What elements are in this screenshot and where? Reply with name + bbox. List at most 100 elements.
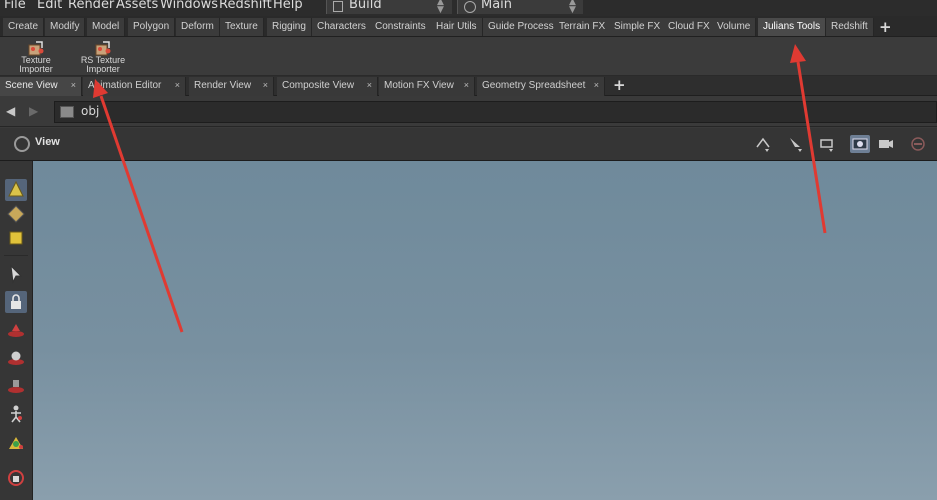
geometry-mode-icon	[7, 205, 25, 223]
tab-label: Render View	[194, 80, 252, 91]
tab-label: Animation Editor	[88, 80, 162, 91]
tab-motion-fx-view[interactable]: Motion FX View ×	[379, 77, 475, 96]
close-icon[interactable]: ×	[594, 77, 599, 94]
tab-geometry-spreadsheet[interactable]: Geometry Spreadsheet ×	[477, 77, 605, 96]
view-tool-icon	[8, 470, 24, 486]
shelf-tab-bar: Create Modify Model Polygon Deform Textu…	[0, 16, 937, 37]
add-shelf-tab-button[interactable]: +	[879, 19, 892, 35]
path-bar: ◀ ▶ obj	[0, 97, 937, 127]
camera-icon[interactable]	[876, 135, 896, 153]
shelf-tools: Texture Importer RS Texture Importer	[0, 37, 937, 76]
select-tool-icon[interactable]	[786, 135, 806, 153]
no-entry-icon[interactable]	[908, 135, 928, 153]
object-selection-mode-button[interactable]	[5, 179, 27, 201]
rs-texture-importer-button[interactable]: RS Texture Importer	[75, 39, 131, 75]
network-path: obj	[81, 104, 100, 118]
transform-tool-icon[interactable]	[817, 135, 837, 153]
scale-tool-button[interactable]	[5, 375, 27, 397]
pose-tool-button[interactable]	[5, 403, 27, 425]
object-mode-icon	[8, 180, 24, 197]
tab-render-view[interactable]: Render View ×	[189, 77, 274, 96]
shelf-tab-characters[interactable]: Characters	[312, 18, 372, 36]
shelf-tab-model[interactable]: Model	[87, 18, 126, 36]
tab-label: Composite View	[282, 80, 355, 91]
lock-icon	[11, 294, 21, 309]
shelf-tab-redshift[interactable]: Redshift	[826, 18, 874, 36]
shelf-tab-guide-process[interactable]: Guide Process	[483, 18, 560, 36]
rs-texture-importer-icon	[95, 41, 111, 56]
select-tool-button[interactable]	[5, 263, 27, 285]
context-label: Main	[481, 0, 513, 12]
toolbar-divider	[4, 255, 28, 256]
rotate-tool-button[interactable]	[5, 347, 27, 369]
handle-tool-icon	[9, 437, 23, 449]
move-tool-icon	[8, 324, 24, 337]
move-tool-button[interactable]	[5, 319, 27, 341]
pose-tool-icon	[11, 405, 22, 423]
arrow-cursor-icon	[10, 264, 23, 284]
lock-selection-button[interactable]	[5, 291, 27, 313]
tab-label: Motion FX View	[384, 80, 454, 91]
shelf-tab-julians-tools[interactable]: Julians Tools	[758, 18, 827, 36]
tab-scene-view[interactable]: Scene View ×	[0, 77, 82, 96]
shelf-tab-rigging[interactable]: Rigging	[267, 18, 312, 36]
network-icon	[60, 106, 74, 118]
shelf-tab-modify[interactable]: Modify	[45, 18, 86, 36]
geometry-selection-mode-button[interactable]	[5, 203, 27, 225]
context-dropdown[interactable]: Main ▲ ▼	[457, 0, 583, 15]
menu-render[interactable]: Render	[68, 0, 114, 12]
viewer-title: View	[35, 136, 60, 148]
add-pane-tab-button[interactable]: +	[613, 77, 626, 93]
menu-windows[interactable]: Windows	[160, 0, 218, 12]
handle-tool-icon[interactable]	[753, 135, 773, 153]
menu-file[interactable]: File	[4, 0, 26, 12]
tab-label: Geometry Spreadsheet	[482, 80, 586, 91]
tab-composite-view[interactable]: Composite View ×	[277, 77, 378, 96]
rotate-tool-icon	[8, 351, 24, 365]
view-tool-button[interactable]	[5, 467, 27, 489]
handle-tool-button[interactable]	[5, 431, 27, 453]
menu-assets[interactable]: Assets	[116, 0, 158, 12]
close-icon[interactable]: ×	[263, 77, 268, 94]
scene-viewport[interactable]	[33, 161, 937, 500]
shelf-tab-volume[interactable]: Volume	[712, 18, 757, 36]
dynamics-mode-icon	[9, 231, 23, 245]
left-toolbar	[0, 161, 33, 500]
shelf-tab-simple-fx[interactable]: Simple FX	[609, 18, 667, 36]
menu-edit[interactable]: Edit	[37, 0, 62, 12]
tab-label: Scene View	[5, 80, 58, 91]
shelf-tab-texture[interactable]: Texture	[220, 18, 264, 36]
viewer-header: View	[0, 128, 937, 161]
close-icon[interactable]: ×	[71, 77, 76, 94]
desktop-label: Build	[349, 0, 382, 12]
menu-help[interactable]: Help	[273, 0, 303, 12]
texture-importer-label: Texture Importer	[19, 55, 53, 74]
target-icon	[464, 1, 476, 13]
close-icon[interactable]: ×	[175, 77, 180, 94]
back-arrow-icon[interactable]: ◀	[6, 105, 20, 117]
shelf-tab-hair-utils[interactable]: Hair Utils	[431, 18, 483, 36]
shelf-tab-deform[interactable]: Deform	[176, 18, 220, 36]
shelf-tab-terrain-fx[interactable]: Terrain FX	[554, 18, 612, 36]
shelf-tab-create[interactable]: Create	[3, 18, 45, 36]
close-icon[interactable]: ×	[464, 77, 469, 94]
shelf-tab-polygon[interactable]: Polygon	[128, 18, 176, 36]
shelf-tab-constraints[interactable]: Constraints	[370, 18, 432, 36]
display-options-icon[interactable]	[850, 135, 870, 153]
forward-arrow-icon[interactable]: ▶	[29, 105, 43, 117]
texture-importer-button[interactable]: Texture Importer	[8, 39, 64, 75]
chevron-updown-icon: ▲ ▼	[569, 0, 576, 15]
dynamics-selection-mode-button[interactable]	[5, 227, 27, 249]
tab-animation-editor[interactable]: Animation Editor ×	[83, 77, 186, 96]
shelf-tab-cloud-fx[interactable]: Cloud FX	[663, 18, 716, 36]
close-icon[interactable]: ×	[367, 77, 372, 94]
menu-redshift[interactable]: Redshift	[219, 0, 272, 12]
scale-tool-icon	[8, 380, 24, 393]
network-path-field[interactable]: obj	[54, 101, 937, 123]
rs-texture-importer-label: RS Texture Importer	[80, 55, 126, 74]
view-menu-icon[interactable]	[14, 136, 30, 152]
desktop-dropdown[interactable]: Build ▲ ▼	[326, 0, 452, 15]
chevron-updown-icon: ▲ ▼	[437, 0, 444, 15]
desktop-icon	[333, 1, 343, 12]
texture-importer-icon	[28, 41, 44, 56]
